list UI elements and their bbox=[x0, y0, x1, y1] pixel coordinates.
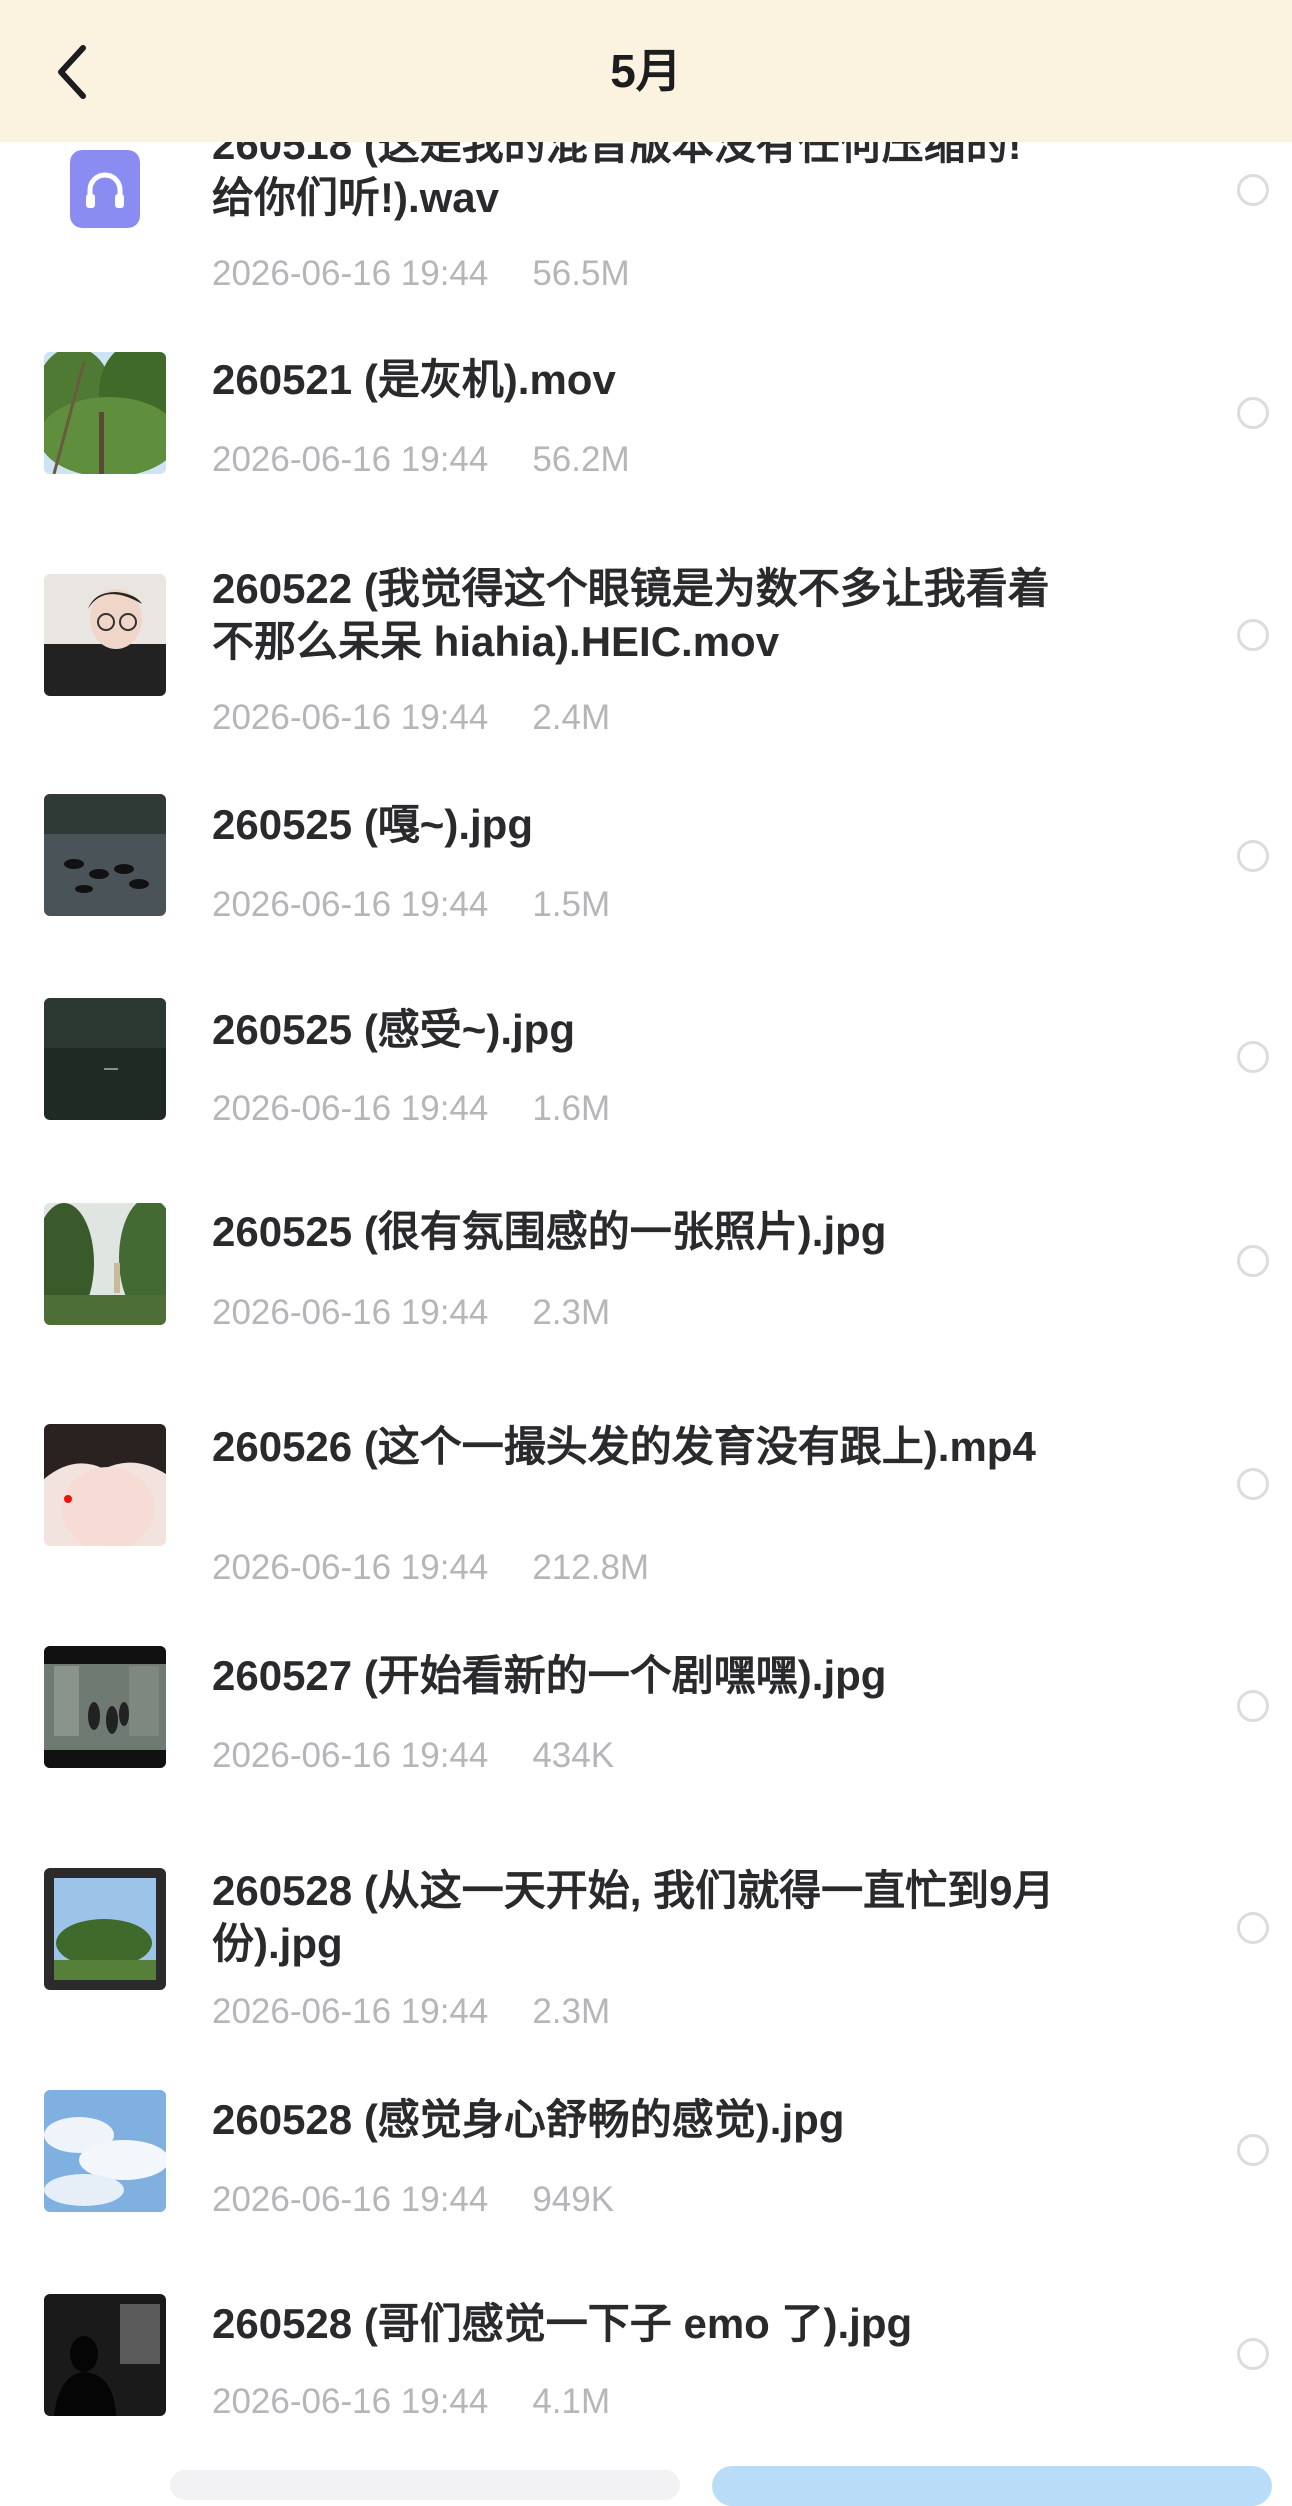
file-size: 2.3M bbox=[532, 1992, 611, 2031]
list-item[interactable]: 260528 (感觉身心舒畅的感觉).jpg 2026-06-16 19:44 9… bbox=[0, 2070, 1292, 2270]
file-date: 2026-06-16 19:44 bbox=[212, 440, 489, 479]
select-radio[interactable] bbox=[1237, 619, 1269, 651]
ducks-thumbnail bbox=[44, 794, 166, 916]
file-meta: 2026-06-16 19:44 2.3M bbox=[212, 1992, 610, 2032]
top-nav-bar: 5月 bbox=[0, 0, 1292, 142]
file-size: 2.3M bbox=[532, 1293, 611, 1332]
file-meta: 2026-06-16 19:44 56.2M bbox=[212, 440, 630, 480]
dark-silhouette-thumbnail bbox=[44, 2294, 166, 2416]
file-meta: 2026-06-16 19:44 212.8M bbox=[212, 1548, 649, 1588]
file-meta: 2026-06-16 19:44 949K bbox=[212, 2180, 614, 2220]
file-date: 2026-06-16 19:44 bbox=[212, 1089, 489, 1128]
file-date: 2026-06-16 19:44 bbox=[212, 698, 489, 737]
list-item[interactable]: 260528 (哥们感觉一下子 emo 了).jpg 2026-06-16 19… bbox=[0, 2274, 1292, 2456]
file-size: 56.2M bbox=[532, 440, 630, 479]
file-size: 2.4M bbox=[532, 698, 611, 737]
file-name: 260528 (感觉身心舒畅的感觉).jpg bbox=[212, 2096, 845, 2143]
file-date: 2026-06-16 19:44 bbox=[212, 2180, 489, 2219]
trees-thumbnail bbox=[44, 352, 166, 474]
bottom-secondary-button[interactable] bbox=[170, 2470, 680, 2500]
file-date: 2026-06-16 19:44 bbox=[212, 1992, 489, 2031]
file-name: 260528 (从这一天开始, 我们就得一直忙到9月份).jpg bbox=[212, 1867, 1055, 1967]
list-item[interactable]: 260525 (很有氛围感的一张照片).jpg 2026-06-16 19:44… bbox=[0, 1183, 1292, 1383]
file-meta: 2026-06-16 19:44 2.4M bbox=[212, 698, 610, 738]
file-meta: 2026-06-16 19:44 1.6M bbox=[212, 1089, 610, 1129]
file-date: 2026-06-16 19:44 bbox=[212, 2382, 489, 2421]
window-tree-thumbnail bbox=[44, 1868, 166, 1990]
file-name: 260526 (这个一撮头发的发育没有跟上).mp4 bbox=[212, 1423, 1036, 1470]
select-radio[interactable] bbox=[1237, 840, 1269, 872]
file-size: 949K bbox=[532, 2180, 615, 2219]
file-name: 260521 (是灰机).mov bbox=[212, 356, 616, 403]
file-meta: 2026-06-16 19:44 2.3M bbox=[212, 1293, 610, 1333]
list-item[interactable]: 260525 (感受~).jpg 2026-06-16 19:44 1.6M bbox=[0, 980, 1292, 1180]
file-list: 260518 (这是我的混音版本没有任何压缩的! 给你们听!).wav 2026… bbox=[0, 0, 1292, 2484]
list-item[interactable]: 260525 (嘎~).jpg 2026-06-16 19:44 1.5M bbox=[0, 774, 1292, 974]
bottom-primary-button[interactable] bbox=[712, 2466, 1272, 2506]
select-radio[interactable] bbox=[1237, 1690, 1269, 1722]
file-name: 260528 (哥们感觉一下子 emo 了).jpg bbox=[212, 2300, 913, 2347]
list-item[interactable]: 260526 (这个一撮头发的发育没有跟上).mp4 2026-06-16 19… bbox=[0, 1404, 1292, 1629]
file-size: 4.1M bbox=[532, 2382, 611, 2421]
file-name: 260527 (开始看新的一个剧嘿嘿).jpg bbox=[212, 1652, 887, 1699]
select-radio[interactable] bbox=[1237, 1468, 1269, 1500]
file-name: 260525 (感受~).jpg bbox=[212, 1006, 575, 1053]
file-meta: 2026-06-16 19:44 56.5M bbox=[212, 254, 630, 294]
face-thumbnail bbox=[44, 1424, 166, 1546]
file-size: 212.8M bbox=[532, 1548, 650, 1587]
file-meta: 2026-06-16 19:44 4.1M bbox=[212, 2382, 610, 2422]
file-date: 2026-06-16 19:44 bbox=[212, 1548, 489, 1587]
select-radio[interactable] bbox=[1237, 397, 1269, 429]
file-name: 260525 (嘎~).jpg bbox=[212, 801, 533, 848]
list-item[interactable]: 260528 (从这一天开始, 我们就得一直忙到9月份).jpg 2026-06… bbox=[0, 1848, 1292, 2073]
audio-file-icon bbox=[70, 150, 140, 228]
file-date: 2026-06-16 19:44 bbox=[212, 1293, 489, 1332]
file-date: 2026-06-16 19:44 bbox=[212, 1736, 489, 1775]
select-radio[interactable] bbox=[1237, 2134, 1269, 2166]
file-meta: 2026-06-16 19:44 434K bbox=[212, 1736, 614, 1776]
file-date: 2026-06-16 19:44 bbox=[212, 254, 489, 293]
page-title: 5月 bbox=[610, 45, 682, 97]
file-meta: 2026-06-16 19:44 1.5M bbox=[212, 885, 610, 925]
file-size: 1.5M bbox=[532, 885, 611, 924]
select-radio[interactable] bbox=[1237, 2338, 1269, 2370]
clouds-thumbnail bbox=[44, 2090, 166, 2212]
garden-thumbnail bbox=[44, 1203, 166, 1325]
file-size: 56.5M bbox=[532, 254, 630, 293]
dark-field-thumbnail bbox=[44, 998, 166, 1120]
select-radio[interactable] bbox=[1237, 1245, 1269, 1277]
list-item[interactable]: 260527 (开始看新的一个剧嘿嘿).jpg 2026-06-16 19:44… bbox=[0, 1626, 1292, 1826]
file-size: 1.6M bbox=[532, 1089, 611, 1128]
file-date: 2026-06-16 19:44 bbox=[212, 885, 489, 924]
file-name: 260522 (我觉得这个眼镜是为数不多让我看着不那么呆呆 hiahia).HE… bbox=[212, 565, 1050, 665]
list-item[interactable]: 260521 (是灰机).mov 2026-06-16 19:44 56.2M bbox=[0, 330, 1292, 530]
list-item[interactable]: 260522 (我觉得这个眼镜是为数不多让我看着不那么呆呆 hiahia).HE… bbox=[0, 552, 1292, 777]
file-name: 260525 (很有氛围感的一张照片).jpg bbox=[212, 1208, 887, 1255]
select-radio[interactable] bbox=[1237, 174, 1269, 206]
select-radio[interactable] bbox=[1237, 1912, 1269, 1944]
selfie-thumbnail bbox=[44, 574, 166, 696]
file-size: 434K bbox=[532, 1736, 615, 1775]
select-radio[interactable] bbox=[1237, 1041, 1269, 1073]
drama-scene-thumbnail bbox=[44, 1646, 166, 1768]
